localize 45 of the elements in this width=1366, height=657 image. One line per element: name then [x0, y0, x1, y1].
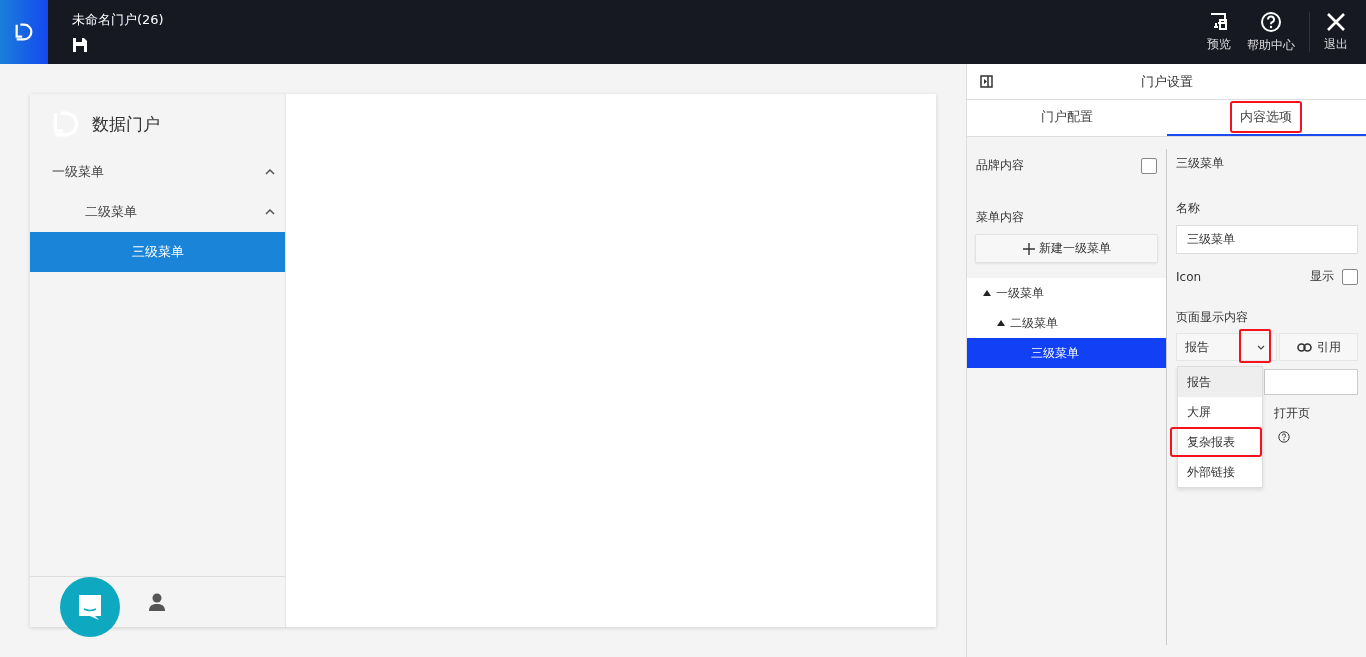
- tab[interactable]: 门户配置: [967, 100, 1167, 136]
- reference-button[interactable]: 引用: [1279, 333, 1358, 361]
- tree-item[interactable]: 二级菜单: [967, 308, 1166, 338]
- field-label: 页面显示内容: [1176, 309, 1248, 326]
- triangle-icon: [997, 320, 1005, 326]
- help-icon[interactable]: [1278, 431, 1290, 443]
- name-field[interactable]: 三级菜单: [1176, 225, 1358, 254]
- toolbar-button[interactable]: 预览: [1199, 11, 1239, 53]
- close-icon: [1326, 11, 1346, 32]
- collapse-icon[interactable]: [980, 75, 993, 88]
- brand-name: 数据门户: [92, 112, 160, 136]
- toolbar-button[interactable]: 帮助中心: [1239, 10, 1303, 54]
- field-label: 品牌内容: [976, 157, 1024, 174]
- link-icon: [1296, 342, 1312, 352]
- portal-title: 未命名门户(26): [72, 11, 164, 29]
- help-icon: [1260, 10, 1282, 33]
- user-icon[interactable]: [147, 592, 167, 612]
- panel-title: 门户设置: [1140, 72, 1193, 91]
- menu-item[interactable]: 三级菜单: [30, 232, 285, 272]
- option-label: 打开页: [1274, 406, 1310, 420]
- field-label: 菜单内容: [975, 209, 1025, 226]
- section-heading: 三级菜单: [1176, 155, 1224, 172]
- chevron-icon: [265, 209, 275, 215]
- checkbox[interactable]: [1342, 268, 1358, 285]
- dropdown-option[interactable]: 外部链接: [1178, 457, 1262, 487]
- logo-icon: [13, 21, 35, 43]
- checkbox[interactable]: [1141, 157, 1157, 174]
- field-label: 名称: [1176, 200, 1200, 217]
- dropdown-option[interactable]: 大屏: [1178, 397, 1262, 427]
- menu-item[interactable]: 二级菜单: [30, 192, 285, 232]
- tab[interactable]: 内容选项: [1166, 100, 1366, 136]
- menu-item[interactable]: 一级菜单: [30, 152, 285, 192]
- dropdown-option[interactable]: 报告: [1178, 367, 1262, 397]
- toolbar-button[interactable]: 退出: [1316, 11, 1356, 53]
- dropdown-option[interactable]: 复杂报表: [1170, 427, 1262, 457]
- monitor-icon: [1209, 11, 1229, 32]
- triangle-icon: [983, 290, 991, 296]
- field-label: 显示: [1310, 268, 1334, 285]
- tree-item[interactable]: 一级菜单: [967, 278, 1166, 308]
- field-label: Icon: [1176, 269, 1202, 284]
- add-menu-button[interactable]: 新建一级菜单: [975, 234, 1158, 263]
- chevron-icon: [265, 169, 275, 175]
- plus-icon: [1022, 242, 1035, 255]
- save-icon[interactable]: [72, 37, 88, 53]
- tree-item[interactable]: 三级菜单: [967, 338, 1166, 368]
